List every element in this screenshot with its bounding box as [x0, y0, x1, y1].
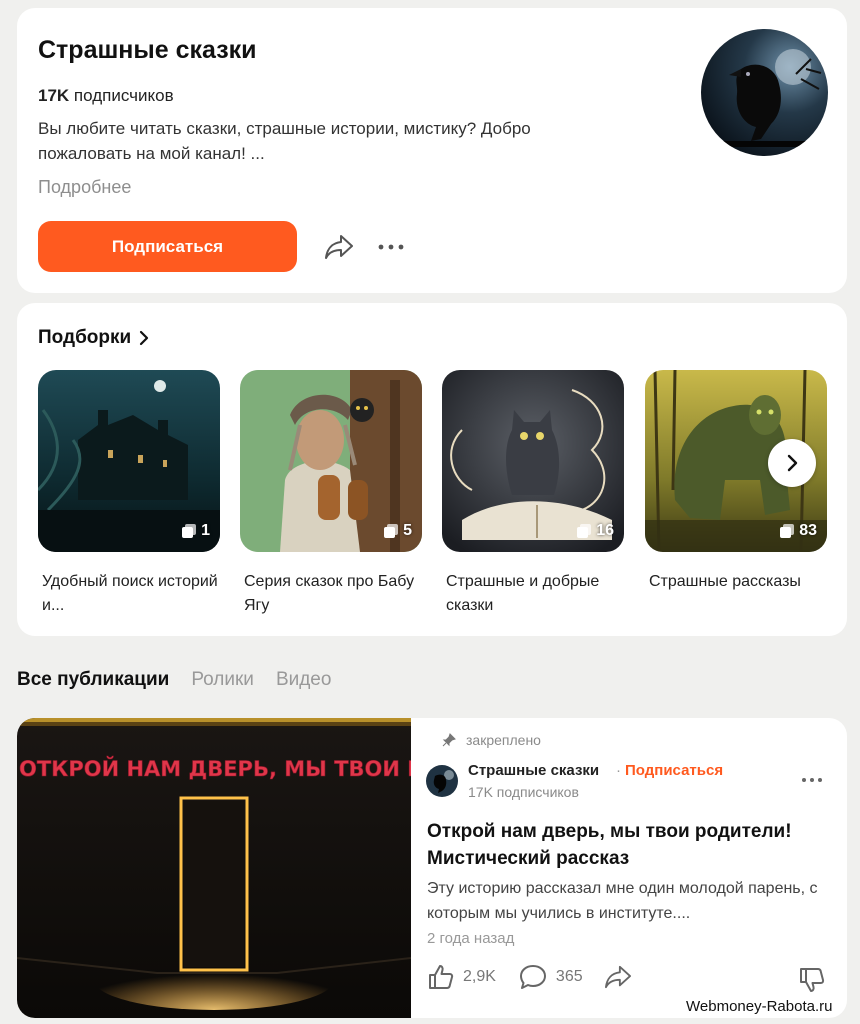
post-author-name[interactable]: Страшные сказки: [468, 762, 599, 779]
post-excerpt: Эту историю рассказал мне один молодой п…: [427, 880, 818, 922]
stack-icon: [384, 524, 399, 538]
comments-button[interactable]: 365: [518, 963, 583, 991]
collection-count: 16: [576, 522, 614, 540]
comments-count: 365: [555, 968, 583, 985]
post-date: 2 года назад: [427, 930, 515, 947]
collections-heading-link[interactable]: Подборки: [38, 327, 149, 349]
subscribers-count: 17K: [38, 86, 70, 105]
likes-count: 2,9K: [463, 968, 496, 985]
post-more-options-icon[interactable]: [797, 768, 827, 792]
collection-count: 5: [383, 522, 412, 540]
share-icon[interactable]: [320, 230, 358, 264]
watermark: Webmoney-Rabota.ru: [686, 998, 833, 1015]
comment-icon: [519, 965, 546, 989]
collection-label: Страшные и добрые сказки: [446, 573, 600, 614]
pinned-label: закреплено: [466, 732, 541, 748]
collection-thumbnail: 16: [442, 370, 624, 552]
collection-thumbnail: 5: [240, 370, 422, 552]
collections-card: Подборки 1 Удобный поиск историй и... 5 …: [17, 303, 847, 636]
more-options-icon[interactable]: [373, 230, 409, 264]
stack-icon: [780, 524, 795, 538]
tab-video[interactable]: Видео: [276, 669, 332, 691]
collection-thumbnail: 1: [38, 370, 220, 552]
post-title[interactable]: Открой нам дверь, мы твои родители! Мист…: [427, 818, 837, 872]
stack-icon: [577, 524, 592, 538]
collection-label: Удобный поиск историй и...: [42, 573, 218, 614]
post-actions: 2,9K 365: [427, 963, 633, 991]
collection-item[interactable]: 16 Страшные и добрые сказки: [442, 370, 624, 618]
collection-count: 83: [779, 522, 817, 540]
thumbs-down-icon: [800, 968, 825, 992]
publication-tabs: Все публикации Ролики Видео: [17, 669, 331, 691]
post-share-button[interactable]: [603, 964, 633, 990]
post-image-caption: ОТКРОЙ НАМ ДВЕРЬ, МЫ ТВОИ РОДИТЕЛ: [19, 756, 411, 781]
subscribers-word: подписчиков: [73, 86, 174, 105]
channel-header-card: Страшные сказки 17K подписчиков Вы любит…: [17, 8, 847, 293]
subscribe-button[interactable]: Подписаться: [38, 221, 297, 272]
author-avatar[interactable]: [426, 765, 458, 797]
dislike-button[interactable]: [795, 964, 829, 996]
pinned-indicator: закреплено: [442, 732, 541, 748]
carousel-next-button[interactable]: [768, 439, 816, 487]
chevron-right-icon: [787, 454, 798, 472]
collections-heading: Подборки: [38, 327, 132, 348]
like-button[interactable]: 2,9K: [427, 963, 496, 991]
collection-item[interactable]: 5 Серия сказок про Бабу Ягу: [240, 370, 422, 618]
share-icon: [604, 965, 631, 989]
post-subscribe-link[interactable]: · Подписаться: [616, 762, 723, 779]
tab-all-publications[interactable]: Все публикации: [17, 669, 169, 691]
pinned-post-card[interactable]: ОТКРОЙ НАМ ДВЕРЬ, МЫ ТВОИ РОДИТЕЛ закреп…: [17, 718, 847, 1018]
stack-icon: [182, 524, 197, 538]
thumbs-up-icon: [429, 965, 454, 989]
channel-description: Вы любите читать сказки, страшные истори…: [38, 119, 531, 163]
channel-avatar: [701, 29, 828, 156]
more-link[interactable]: Подробнее: [38, 177, 131, 198]
tab-shorts[interactable]: Ролики: [191, 669, 254, 691]
channel-title: Страшные сказки: [38, 36, 257, 64]
collection-label: Серия сказок про Бабу Ягу: [244, 573, 415, 614]
chevron-right-icon: [140, 330, 149, 346]
collection-count: 1: [181, 522, 210, 540]
pin-icon: [442, 733, 456, 747]
collection-item[interactable]: 1 Удобный поиск историй и...: [38, 370, 220, 618]
channel-subscribers: 17K подписчиков: [38, 86, 174, 106]
post-image[interactable]: ОТКРОЙ НАМ ДВЕРЬ, МЫ ТВОИ РОДИТЕЛ: [17, 718, 523, 1018]
post-author-subscribers: 17K подписчиков: [468, 784, 579, 800]
collection-label: Страшные рассказы: [649, 573, 801, 590]
